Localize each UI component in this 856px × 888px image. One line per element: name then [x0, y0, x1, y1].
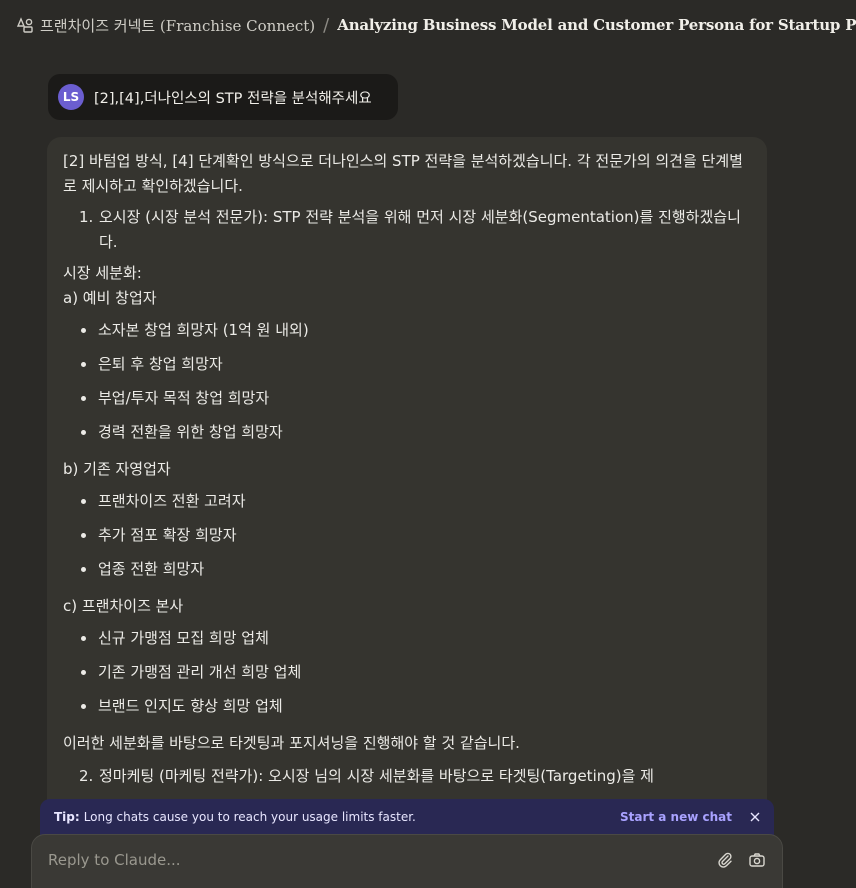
list-item-text: 기존 가맹점 관리 개선 희망 업체	[98, 662, 302, 681]
list-item-text: 업종 전환 희망자	[98, 559, 205, 578]
list-item: 부업/투자 목적 창업 희망자	[81, 381, 751, 415]
group-label: a) 예비 창업자	[63, 289, 157, 307]
list-item: 1. 오시장 (시장 분석 전문가): STP 전략 분석을 위해 먼저 시장 …	[79, 205, 751, 255]
camera-icon[interactable]	[748, 851, 766, 869]
list-item-text: 부업/투자 목적 창업 희망자	[98, 388, 270, 407]
bullet-list: 프랜차이즈 전환 고려자 추가 점포 확장 희망자 업종 전환 희망자	[63, 484, 751, 586]
list-item-text: 프랜차이즈 전환 고려자	[98, 491, 246, 510]
list-item-text: 추가 점포 확장 희망자	[98, 525, 237, 544]
avatar: LS	[58, 84, 84, 110]
list-item: 2. 정마케팅 (마케팅 전략가): 오시장 님의 시장 세분화를 바탕으로 타…	[79, 764, 751, 789]
breadcrumb-separator: /	[323, 14, 330, 36]
list-item: 프랜차이즈 전환 고려자	[81, 484, 751, 518]
user-message: LS [2],[4],더나인스의 STP 전략을 분석해주세요	[48, 74, 398, 120]
project-name-link[interactable]: 프랜차이즈 커넥트 (Franchise Connect)	[40, 15, 315, 36]
list-item: 은퇴 후 창업 희망자	[81, 347, 751, 381]
start-new-chat-link[interactable]: Start a new chat	[620, 810, 732, 824]
reply-input[interactable]: Reply to Claude...	[48, 851, 716, 869]
list-item: 브랜드 인지도 향상 희망 업체	[81, 689, 751, 723]
step-list: 1. 오시장 (시장 분석 전문가): STP 전략 분석을 위해 먼저 시장 …	[63, 205, 751, 255]
list-item: 소자본 창업 희망자 (1억 원 내외)	[81, 313, 751, 347]
conversation-header: 프랜차이즈 커넥트 (Franchise Connect) / Analyzin…	[0, 0, 856, 50]
step-text: 오시장 (시장 분석 전문가): STP 전략 분석을 위해 먼저 시장 세분화…	[99, 208, 741, 251]
usage-tip-banner: Tip: Long chats cause you to reach your …	[40, 799, 774, 835]
list-item: 신규 가맹점 모집 희망 업체	[81, 621, 751, 655]
step-number: 2.	[79, 767, 94, 785]
list-item: 기존 가맹점 관리 개선 희망 업체	[81, 655, 751, 689]
list-item-text: 신규 가맹점 모집 희망 업체	[98, 628, 269, 647]
segmentation-heading: 시장 세분화:	[63, 264, 142, 282]
paperclip-icon[interactable]	[716, 851, 734, 869]
close-icon[interactable]	[750, 812, 760, 822]
list-item: 업종 전환 희망자	[81, 552, 751, 586]
assistant-conclusion: 이러한 세분화를 바탕으로 타겟팅과 포지셔닝을 진행해야 할 것 같습니다.	[63, 734, 520, 752]
list-item-text: 경력 전환을 위한 창업 희망자	[98, 422, 283, 441]
step-number: 1.	[79, 208, 94, 226]
reply-composer[interactable]: Reply to Claude...	[31, 834, 783, 888]
list-item-text: 은퇴 후 창업 희망자	[98, 354, 223, 373]
group-label: b) 기존 자영업자	[63, 460, 171, 478]
user-message-text: [2],[4],더나인스의 STP 전략을 분석해주세요	[94, 90, 372, 107]
list-item: 추가 점포 확장 희망자	[81, 518, 751, 552]
assistant-intro: [2] 바텀업 방식, [4] 단계확인 방식으로 더나인스의 STP 전략을 …	[63, 152, 743, 195]
list-item-text: 소자본 창업 희망자 (1억 원 내외)	[98, 320, 309, 339]
step-list: 2. 정마케팅 (마케팅 전략가): 오시장 님의 시장 세분화를 바탕으로 타…	[63, 764, 751, 789]
list-item: 경력 전환을 위한 창업 희망자	[81, 415, 751, 449]
step-text: 정마케팅 (마케팅 전략가): 오시장 님의 시장 세분화를 바탕으로 타겟팅(…	[99, 767, 654, 785]
bullet-list: 소자본 창업 희망자 (1억 원 내외) 은퇴 후 창업 희망자 부업/투자 목…	[63, 313, 751, 449]
assistant-message: [2] 바텀업 방식, [4] 단계확인 방식으로 더나인스의 STP 전략을 …	[47, 137, 767, 837]
bullet-list: 신규 가맹점 모집 희망 업체 기존 가맹점 관리 개선 희망 업체 브랜드 인…	[63, 621, 751, 723]
conversation-title[interactable]: Analyzing Business Model and Customer Pe…	[337, 16, 856, 34]
list-item-text: 브랜드 인지도 향상 희망 업체	[98, 696, 283, 715]
tip-text: Long chats cause you to reach your usage…	[83, 810, 416, 824]
project-icon[interactable]	[16, 16, 34, 34]
group-label: c) 프랜차이즈 본사	[63, 597, 184, 615]
tip-label: Tip:	[54, 810, 80, 824]
